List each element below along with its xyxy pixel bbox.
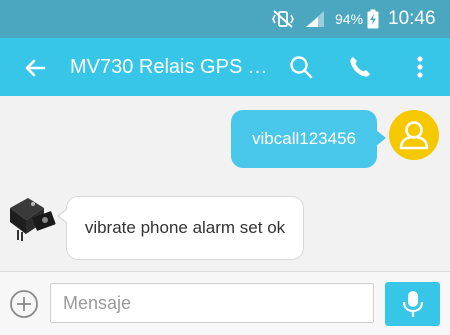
message-bubble-outgoing[interactable]: vibcall123456 — [231, 110, 386, 168]
phone-icon[interactable] — [345, 52, 375, 82]
message-input[interactable] — [50, 283, 374, 323]
back-arrow-icon[interactable] — [20, 53, 50, 83]
add-attachment-icon[interactable] — [8, 288, 40, 320]
message-composer — [0, 271, 450, 335]
person-icon — [399, 121, 429, 150]
vibrate-mute-icon — [270, 0, 296, 38]
search-icon[interactable] — [286, 52, 316, 82]
gps-tracker-device-image — [4, 194, 58, 242]
status-bar: 94% 10:46 — [0, 0, 450, 38]
battery-percent: 94% — [335, 11, 364, 27]
conversation[interactable]: vibcall123456 vibrate phone alarm set ok — [0, 96, 450, 271]
contact-avatar[interactable] — [389, 110, 439, 160]
more-vert-icon[interactable] — [405, 52, 435, 82]
signal-icon — [304, 0, 328, 38]
conversation-title: MV730 Relais GPS Tracker — [70, 56, 270, 78]
app-bar: MV730 Relais GPS Tracker — [0, 38, 450, 96]
status-time: 10:46 — [388, 8, 436, 29]
voice-input-button[interactable] — [385, 282, 440, 326]
message-bubble-incoming[interactable]: vibrate phone alarm set ok — [57, 196, 304, 260]
battery-charging-icon — [367, 0, 381, 38]
microphone-icon — [402, 291, 423, 317]
